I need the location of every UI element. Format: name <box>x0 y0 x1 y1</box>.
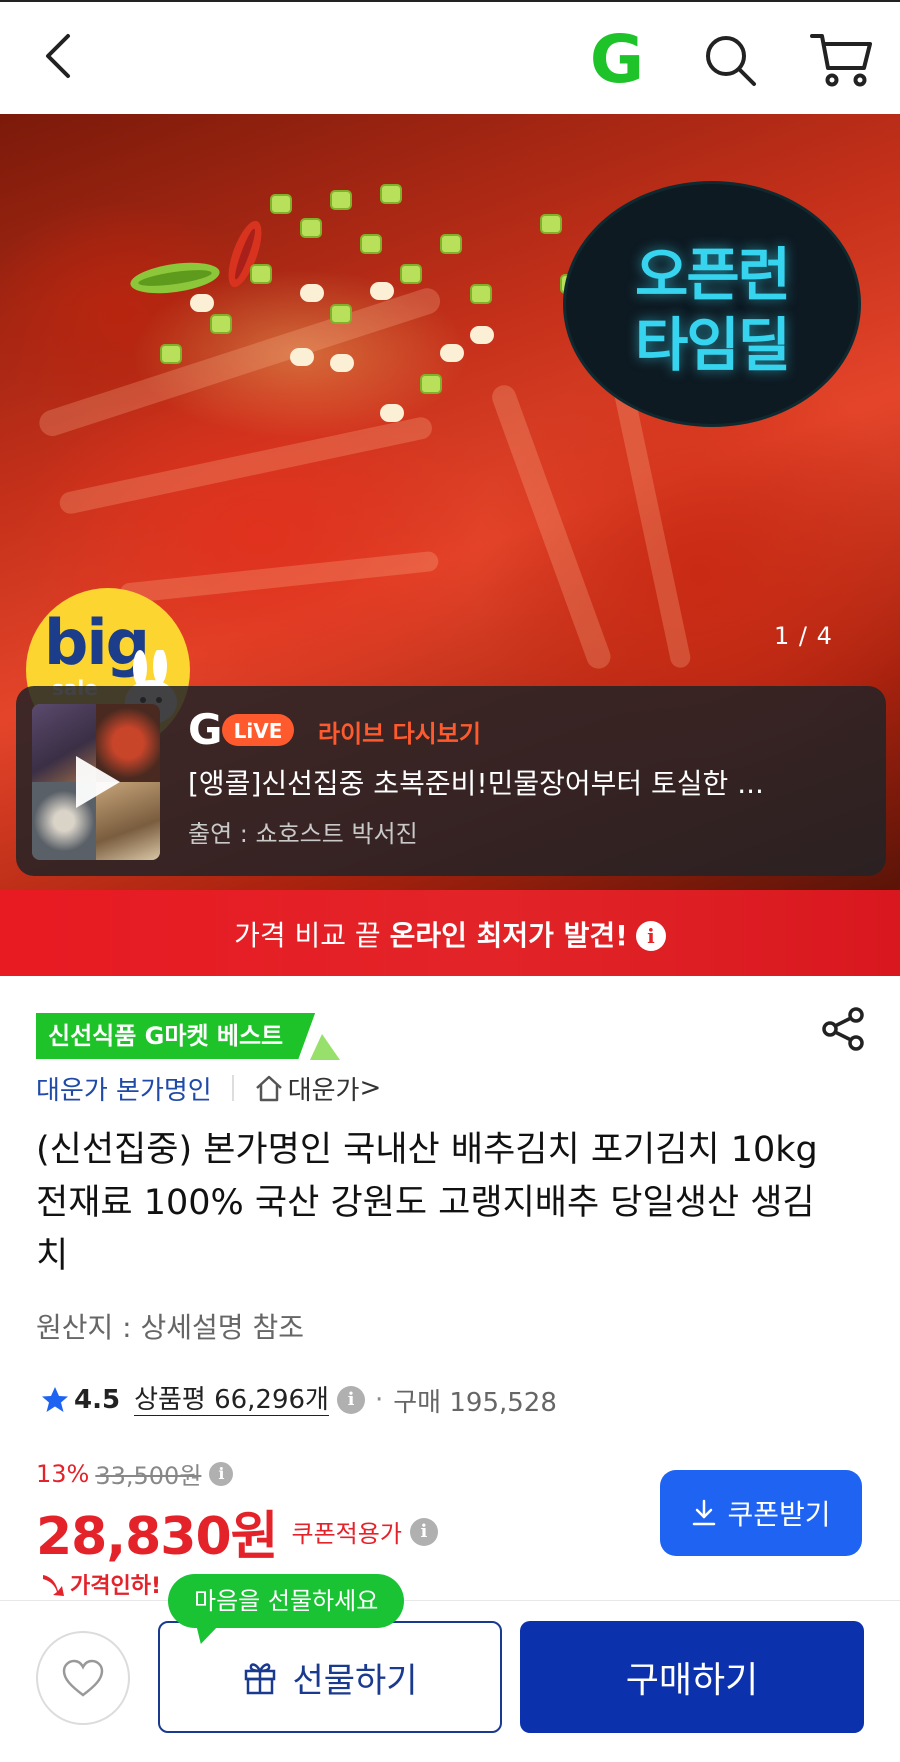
get-coupon-button[interactable]: 쿠폰받기 <box>660 1470 862 1556</box>
price-drop-text: 가격인하! <box>70 1574 161 1599</box>
get-coupon-label: 쿠폰받기 <box>727 1498 831 1531</box>
info-icon[interactable]: i <box>409 1517 438 1546</box>
gift-button[interactable]: 선물하기 <box>158 1621 502 1733</box>
search-icon[interactable] <box>700 30 762 92</box>
bottom-action-bar: 선물하기 구매하기 <box>0 1600 900 1762</box>
green-onion <box>210 314 232 334</box>
garlic-slice <box>330 354 354 372</box>
heart-icon <box>62 1659 104 1697</box>
info-icon[interactable]: i <box>635 921 666 951</box>
green-onion <box>540 214 562 234</box>
gift-tooltip: 마음을 선물하세요 <box>168 1574 405 1628</box>
cart-icon[interactable] <box>808 28 874 90</box>
rating-row: 4.5 상품평 66,296개 i · 구매 195,528 <box>40 1380 557 1420</box>
pepper-slice <box>128 257 222 299</box>
chevron-right-icon: > <box>359 1073 382 1103</box>
open-run-timedeal-badge: 오픈런 타임딜 <box>566 184 858 424</box>
kimchi-texture <box>57 415 434 516</box>
live-replay-title[interactable]: 라이브 다시보기 <box>318 714 481 749</box>
live-logo-text: LiVE <box>234 719 283 743</box>
info-icon[interactable]: i <box>336 1386 365 1414</box>
kimchi-texture <box>488 381 614 673</box>
coupon-applied-label: 쿠폰적용가 <box>291 1520 402 1548</box>
g-live-logo-icon: G LiVE <box>188 706 294 752</box>
seller-name[interactable]: 대운가 본가명인 <box>36 1070 212 1107</box>
green-onion <box>270 194 292 214</box>
gift-icon <box>245 1663 276 1695</box>
sale-price: 28,830원 <box>36 1507 279 1567</box>
live-host: 출연 : 쇼호스트 박서진 <box>188 820 418 848</box>
origin-info: 원산지 : 상세설명 참조 <box>36 1311 304 1344</box>
gift-button-label: 선물하기 <box>292 1660 418 1701</box>
green-onion <box>440 234 462 254</box>
garlic-slice <box>370 282 394 300</box>
share-icon[interactable] <box>820 1006 866 1052</box>
original-price: 33,500원 <box>95 1462 202 1490</box>
gmarket-logo-icon[interactable]: G <box>586 28 648 90</box>
banner-prefix: 가격 비교 끝 <box>234 919 381 952</box>
green-onion <box>380 184 402 204</box>
green-onion <box>420 374 442 394</box>
green-onion <box>250 264 272 284</box>
image-counter: 1 / 4 <box>774 622 833 650</box>
gmarket-logo-letter: G <box>590 28 644 90</box>
badge-fold <box>310 1034 340 1060</box>
lowest-price-banner[interactable]: 가격 비교 끝 온라인 최저가 발견! i <box>0 890 900 976</box>
product-image-carousel[interactable]: 오픈런 타임딜 big sale 1 / 4 G Li <box>0 114 900 890</box>
green-onion <box>330 304 352 324</box>
garlic-slice <box>190 294 214 312</box>
green-onion <box>400 264 422 284</box>
back-arrow-icon[interactable] <box>34 28 90 84</box>
live-thumbnail[interactable] <box>32 704 160 860</box>
buy-button-label: 구매하기 <box>625 1660 759 1701</box>
banner-highlight: 온라인 최저가 발견! <box>389 919 628 952</box>
store-link[interactable]: 대운가 > <box>254 1070 382 1107</box>
lowest-price-banner-text: 가격 비교 끝 온라인 최저가 발견! i <box>0 914 900 954</box>
info-icon[interactable]: i <box>209 1461 234 1486</box>
live-replay-card[interactable]: G LiVE 라이브 다시보기 [앵콜]신선집중 초복준비!민물장어부터 토실한… <box>16 686 886 876</box>
green-onion <box>330 190 352 210</box>
purchase-count: 구매 195,528 <box>393 1387 557 1418</box>
home-icon <box>255 1075 282 1102</box>
live-description[interactable]: [앵콜]신선집중 초복준비!민물장어부터 토실한 ... <box>188 762 864 802</box>
play-icon[interactable] <box>70 752 124 812</box>
divider <box>231 1075 234 1101</box>
badge-line1: 오픈런 <box>634 241 791 309</box>
open-run-timedeal-text: 오픈런 타임딜 <box>566 240 858 380</box>
garlic-slice <box>380 404 404 422</box>
review-count-link[interactable]: 상품평 66,296개 <box>134 1385 329 1416</box>
product-title: (신선집중) 본가명인 국내산 배추김치 포기김치 10kg 전재료 100% … <box>36 1130 818 1276</box>
star-icon <box>42 1387 68 1412</box>
green-onion <box>160 344 182 364</box>
g-live-logo-letter: G <box>188 706 222 752</box>
green-onion <box>360 234 382 254</box>
store-name: 대운가 <box>287 1075 360 1106</box>
garlic-slice <box>290 348 314 366</box>
green-onion <box>470 284 492 304</box>
price-row: 28,830원 쿠폰적용가 i <box>36 1494 438 1569</box>
garlic-slice <box>440 344 464 362</box>
download-icon <box>693 1499 716 1526</box>
badge-line2: 타임딜 <box>634 311 791 379</box>
rating-value: 4.5 <box>74 1385 121 1415</box>
best-category-badge: 신선식품 G마켓 베스트 <box>36 1013 316 1059</box>
separator: · <box>374 1385 384 1415</box>
kimchi-texture <box>118 550 440 604</box>
price-drop-badge: 가격인하! <box>40 1568 161 1600</box>
discount-row: 13% 33,500원 i <box>36 1456 234 1491</box>
price-down-arrow-icon <box>43 1575 64 1596</box>
garlic-slice <box>300 284 324 302</box>
wishlist-button[interactable] <box>36 1631 130 1725</box>
top-header: G <box>0 0 900 114</box>
green-onion <box>300 218 322 238</box>
seller-row: 대운가 본가명인 대운가 > <box>36 1070 381 1106</box>
garlic-slice <box>470 326 494 344</box>
buy-button[interactable]: 구매하기 <box>520 1621 864 1733</box>
discount-percent: 13% <box>36 1459 90 1488</box>
